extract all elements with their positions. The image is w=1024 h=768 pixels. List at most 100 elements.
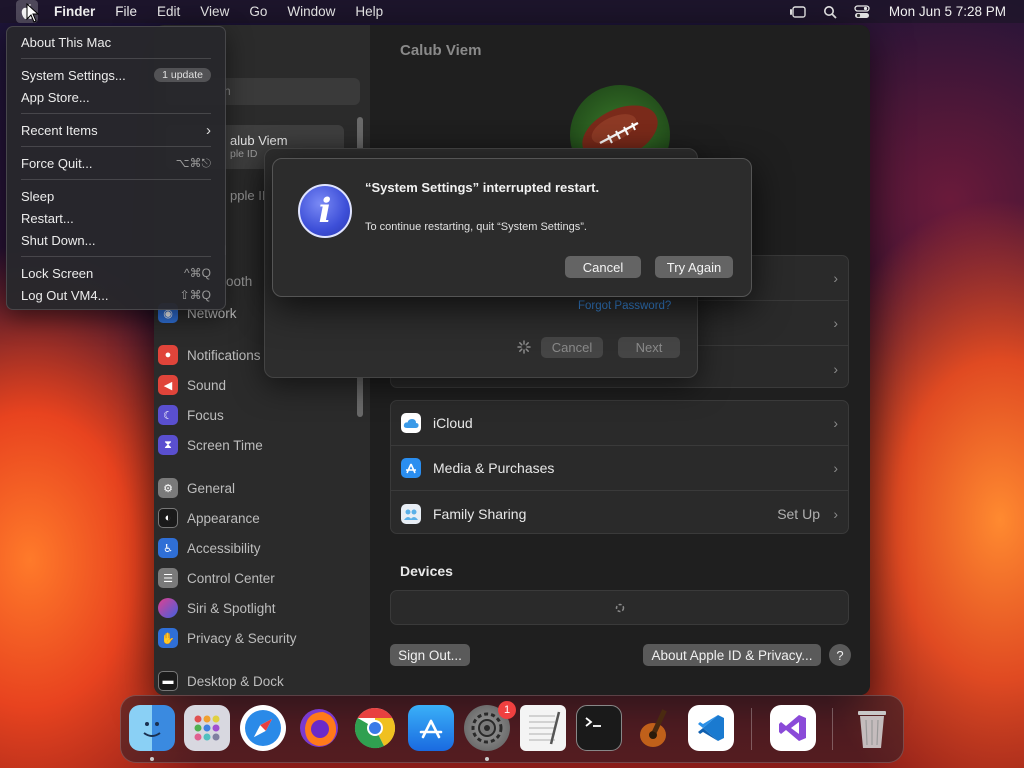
- hand-icon: ✋: [158, 628, 178, 648]
- notification-badge: 1: [498, 701, 516, 719]
- loading-spinner-icon: [615, 603, 625, 613]
- finder-icon[interactable]: [129, 705, 175, 751]
- visual-studio-icon[interactable]: [770, 705, 816, 751]
- sidebar-item-siri[interactable]: Siri & Spotlight: [158, 594, 276, 622]
- about-apple-id-privacy-button[interactable]: About Apple ID & Privacy...: [643, 644, 821, 666]
- chevron-right-icon: ›: [833, 360, 838, 377]
- sidebar-item-desktop-dock[interactable]: ▬ Desktop & Dock: [158, 667, 284, 695]
- dock: 1: [120, 695, 904, 763]
- family-sharing-icon: [401, 503, 421, 524]
- menu-bar: Finder File Edit View Go Window Help Mon…: [0, 0, 1024, 23]
- menu-app-store[interactable]: App Store...: [13, 86, 219, 108]
- menu-window[interactable]: Window: [277, 4, 345, 19]
- mouse-cursor-icon: [26, 3, 40, 23]
- menu-separator: [21, 179, 211, 180]
- gear-icon: ⚙: [158, 478, 178, 498]
- loading-spinner-icon: [517, 340, 531, 354]
- try-again-button[interactable]: Try Again: [655, 256, 733, 278]
- textedit-icon[interactable]: [520, 705, 566, 751]
- menu-view[interactable]: View: [190, 4, 239, 19]
- hourglass-icon: ⧗: [158, 435, 178, 455]
- chevron-right-icon: ›: [833, 315, 838, 331]
- chevron-right-icon: ›: [833, 505, 838, 522]
- sidebar-item-apple-id-partial[interactable]: pple II: [230, 188, 265, 203]
- menu-system-settings[interactable]: System Settings... 1 update: [13, 64, 219, 86]
- restart-interrupted-alert: i “System Settings” interrupted restart.…: [272, 158, 752, 297]
- sidebar-item-control-center[interactable]: ☰ Control Center: [158, 564, 275, 592]
- running-indicator: [150, 757, 154, 761]
- row-icloud[interactable]: iCloud ›: [391, 401, 848, 446]
- menu-app-name[interactable]: Finder: [44, 4, 105, 19]
- sidebar-item-accessibility[interactable]: ♿ Accessibility: [158, 534, 261, 562]
- devices-list: [390, 590, 849, 625]
- moon-icon: ☾: [158, 405, 178, 425]
- siri-icon: [158, 598, 178, 618]
- menu-separator: [21, 113, 211, 114]
- family-sharing-value: Set Up: [777, 505, 820, 522]
- dock-icon: ▬: [158, 671, 178, 691]
- alert-cancel-button[interactable]: Cancel: [565, 256, 641, 278]
- help-button[interactable]: ?: [829, 644, 851, 666]
- menu-separator: [21, 146, 211, 147]
- menu-separator: [21, 256, 211, 257]
- control-center-icon[interactable]: [853, 4, 871, 19]
- running-indicator: [485, 757, 489, 761]
- menu-recent-items[interactable]: Recent Items ›: [13, 119, 219, 141]
- chevron-right-icon: ›: [833, 460, 838, 476]
- menu-about-this-mac[interactable]: About This Mac: [13, 31, 219, 53]
- menu-go[interactable]: Go: [239, 4, 277, 19]
- menu-force-quit[interactable]: Force Quit... ⌥⌘⎋: [13, 152, 219, 174]
- app-store-icon[interactable]: [408, 705, 454, 751]
- spotlight-search-icon[interactable]: [821, 5, 839, 19]
- services-group: iCloud › Media & Purchases › Family Shar…: [390, 400, 849, 534]
- icloud-icon: [401, 413, 421, 433]
- menu-edit[interactable]: Edit: [147, 4, 190, 19]
- alert-title: “System Settings” interrupted restart.: [365, 180, 600, 195]
- garageband-icon[interactable]: [632, 705, 678, 751]
- devices-heading: Devices: [400, 563, 453, 579]
- row-media-purchases[interactable]: Media & Purchases ›: [391, 446, 848, 491]
- sidebar-item-notifications[interactable]: ● Notifications: [158, 341, 261, 369]
- menu-file[interactable]: File: [105, 4, 147, 19]
- profile-name: alub Viem: [230, 133, 288, 148]
- menu-clock[interactable]: Mon Jun 5 7:28 PM: [889, 4, 1006, 19]
- vscode-icon[interactable]: [688, 705, 734, 751]
- sidebar-item-focus[interactable]: ☾ Focus: [158, 401, 224, 429]
- menu-shut-down[interactable]: Shut Down...: [13, 229, 219, 251]
- launchpad-icon[interactable]: [184, 705, 230, 751]
- menu-restart[interactable]: Restart...: [13, 207, 219, 229]
- sidebar-item-bluetooth-partial[interactable]: ooth: [226, 274, 252, 289]
- accessibility-icon: ♿: [158, 538, 178, 558]
- trash-icon[interactable]: [849, 705, 895, 751]
- dock-separator: [751, 708, 752, 750]
- info-icon: i: [298, 184, 352, 238]
- chevron-right-icon: ›: [206, 121, 211, 139]
- sidebar-item-screen-time[interactable]: ⧗ Screen Time: [158, 431, 263, 459]
- stage-manager-icon[interactable]: [789, 5, 807, 19]
- firefox-icon[interactable]: [296, 705, 342, 751]
- shortcut-label: ⌥⌘⎋: [175, 155, 211, 170]
- row-family-sharing[interactable]: Family Sharing Set Up ›: [391, 491, 848, 536]
- forgot-password-link[interactable]: Forgot Password?: [578, 300, 671, 312]
- dock-separator: [832, 708, 833, 750]
- sidebar-item-appearance[interactable]: ◐ Appearance: [158, 504, 260, 532]
- terminal-icon[interactable]: [576, 705, 622, 751]
- bell-icon: ●: [158, 345, 178, 365]
- shortcut-label: ^⌘Q: [184, 266, 211, 280]
- menu-lock-screen[interactable]: Lock Screen ^⌘Q: [13, 262, 219, 284]
- sign-out-button[interactable]: Sign Out...: [390, 644, 470, 666]
- safari-icon[interactable]: [240, 705, 286, 751]
- control-center-icon: ☰: [158, 568, 178, 588]
- sheet-next-button[interactable]: Next: [618, 337, 680, 358]
- apple-menu-dropdown: About This Mac System Settings... 1 updat…: [6, 26, 226, 310]
- menu-log-out[interactable]: Log Out VM4... ⇧⌘Q: [13, 284, 219, 306]
- sidebar-item-sound[interactable]: ◀ Sound: [158, 371, 226, 399]
- sidebar-item-privacy[interactable]: ✋ Privacy & Security: [158, 624, 297, 652]
- menu-help[interactable]: Help: [345, 4, 393, 19]
- menu-separator: [21, 58, 211, 59]
- sidebar-item-general[interactable]: ⚙ General: [158, 474, 235, 502]
- menu-sleep[interactable]: Sleep: [13, 185, 219, 207]
- chrome-icon[interactable]: [352, 705, 398, 751]
- sheet-cancel-button[interactable]: Cancel: [541, 337, 603, 358]
- content-title: Calub Viem: [400, 42, 482, 59]
